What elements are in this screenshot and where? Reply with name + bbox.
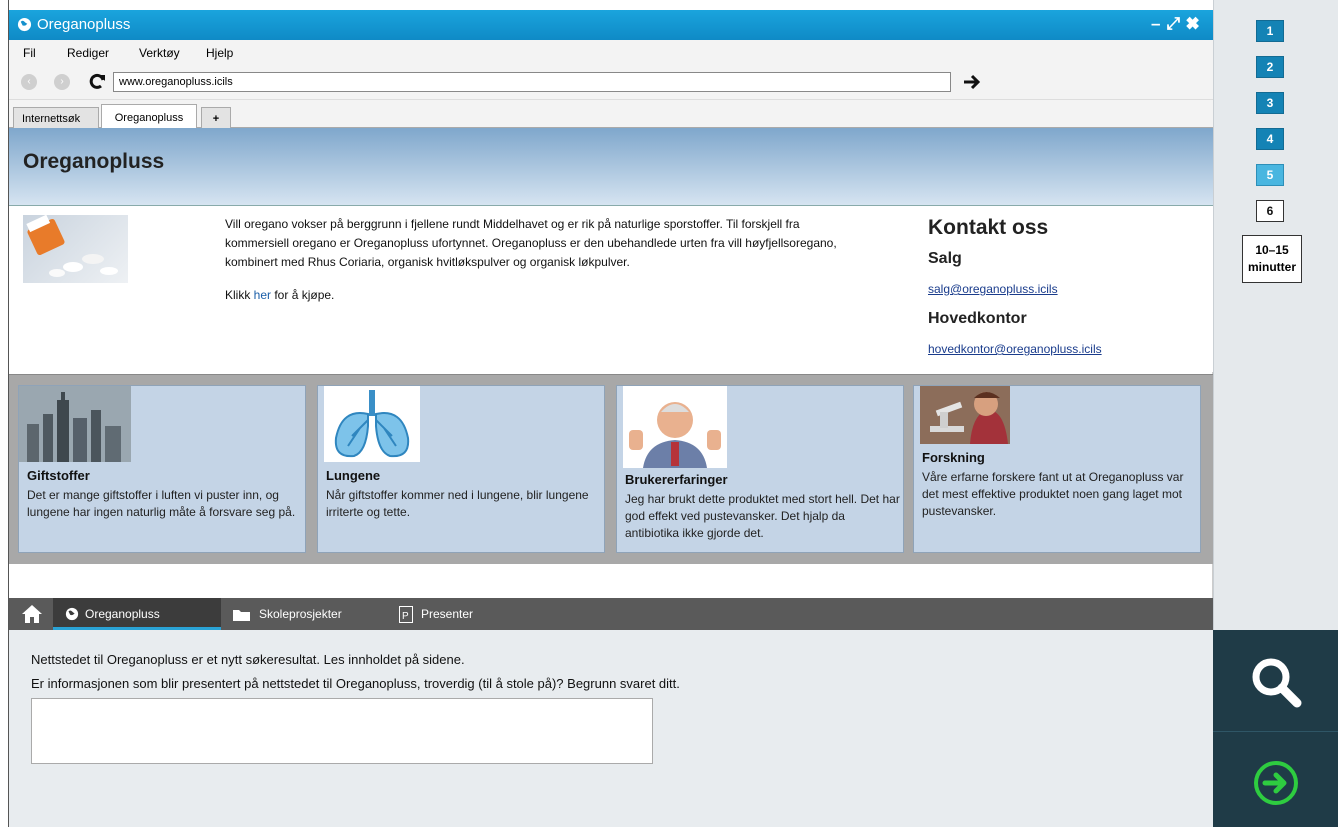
globe-icon [65, 607, 79, 621]
contact-heading: Kontakt oss [928, 216, 1049, 239]
card-title-lungene: Lungene [326, 468, 381, 483]
tab-oreganopluss[interactable]: Oreganopluss [101, 104, 197, 129]
card-title-forskning: Forskning [922, 450, 985, 465]
app-root: Oreganopluss –⤢✖ Fil Rediger Verktøy Hje… [0, 0, 1338, 827]
progress-panel: 1 2 3 4 5 6 10–15 minutter [1213, 0, 1338, 630]
card-giftstoffer[interactable]: Giftstoffer Det er mange giftstoffer i l… [18, 385, 306, 553]
microscope-image [920, 386, 1010, 444]
search-button[interactable] [1213, 630, 1338, 732]
new-tab-button[interactable]: + [201, 107, 231, 128]
question-line-2: Er informasjonen som blir presentert på … [31, 676, 680, 691]
intro-text: Vill oregano vokser på berggrunn i fjell… [225, 217, 837, 269]
presentation-file-icon: P [399, 606, 413, 623]
man-thumbs-up-image [623, 386, 727, 468]
page-header: Oreganopluss [9, 128, 1213, 206]
answer-textarea[interactable] [31, 698, 653, 764]
menu-rediger[interactable]: Rediger [67, 46, 109, 60]
contact-section: Kontakt oss Salg salg@oreganopluss.icils… [928, 216, 1208, 356]
step-3[interactable]: 3 [1256, 92, 1284, 114]
card-title-brukererfaringer: Brukererfaringer [625, 472, 728, 487]
product-image [23, 215, 128, 283]
step-5[interactable]: 5 [1256, 164, 1284, 186]
buy-prefix: Klikk [225, 288, 254, 302]
hq-heading: Hovedkontor [928, 310, 1027, 327]
buy-line: Klikk her for å kjøpe. [225, 288, 334, 302]
folder-icon [233, 610, 250, 621]
address-bar[interactable]: www.oreganopluss.icils [113, 72, 951, 92]
search-icon [1252, 658, 1302, 708]
question-panel: Nettstedet til Oreganopluss er et nytt s… [9, 630, 1213, 827]
city-smog-image [19, 386, 131, 462]
hq-email-link[interactable]: hovedkontor@oreganopluss.icils [928, 342, 1208, 356]
task-tab-bar: Oreganopluss Skoleprosjekter P Presenter [9, 598, 1213, 630]
card-brukererfaringer[interactable]: Brukererfaringer Jeg har brukt dette pro… [616, 385, 904, 553]
card-text-brukererfaringer: Jeg har brukt dette produktet med stort … [625, 492, 900, 540]
menu-fil[interactable]: Fil [23, 46, 36, 60]
menu-verktoy[interactable]: Verktøy [139, 46, 180, 60]
step-4[interactable]: 4 [1256, 128, 1284, 150]
window-title: Oreganopluss [37, 16, 131, 33]
next-arrow-icon [1254, 761, 1298, 805]
task-tab-presenter[interactable]: P Presenter [399, 598, 519, 630]
go-arrow-icon[interactable] [961, 71, 983, 93]
forward-icon[interactable]: › [54, 74, 70, 90]
page-content: Vill oregano vokser på berggrunn i fjell… [9, 206, 1213, 372]
tab-internettsok[interactable]: Internettsøk [13, 107, 99, 128]
sales-email-link[interactable]: salg@oreganopluss.icils [928, 282, 1208, 296]
menu-bar: Fil Rediger Verktøy Hjelp [9, 40, 1213, 64]
home-icon[interactable] [21, 604, 43, 624]
title-bar: Oreganopluss –⤢✖ [9, 10, 1213, 40]
maximize-icon[interactable]: ⤢ [1166, 14, 1186, 33]
buy-suffix: for å kjøpe. [271, 288, 335, 302]
task-tab-label: Oreganopluss [85, 607, 160, 621]
time-range: 10–15 [1255, 243, 1289, 257]
time-estimate: 10–15 minutter [1242, 235, 1302, 283]
step-6[interactable]: 6 [1256, 200, 1284, 222]
menu-hjelp[interactable]: Hjelp [206, 46, 233, 60]
refresh-icon[interactable] [87, 72, 107, 92]
minimize-icon[interactable]: – [1151, 14, 1166, 33]
card-text-giftstoffer: Det er mange giftstoffer i luften vi pus… [27, 488, 296, 519]
browser-window: Oreganopluss –⤢✖ Fil Rediger Verktøy Hje… [9, 10, 1213, 598]
page-title: Oreganopluss [23, 150, 165, 173]
task-tab-skoleprosjekter[interactable]: Skoleprosjekter [231, 598, 371, 630]
sales-heading: Salg [928, 250, 962, 267]
lungs-image [324, 386, 420, 462]
step-1[interactable]: 1 [1256, 20, 1284, 42]
browser-tab-strip: Internettsøk Oreganopluss + [9, 100, 1213, 129]
card-title-giftstoffer: Giftstoffer [27, 468, 90, 483]
pill-bottle-image [26, 215, 118, 277]
info-cards: Giftstoffer Det er mange giftstoffer i l… [9, 374, 1213, 564]
close-icon[interactable]: ✖ [1186, 14, 1205, 33]
nav-bar: ‹ › www.oreganopluss.icils [9, 64, 1213, 100]
window-controls: –⤢✖ [1151, 14, 1205, 34]
left-edge [0, 0, 9, 827]
task-tab-label: Presenter [421, 607, 474, 621]
card-text-lungene: Når giftstoffer kommer ned i lungene, bl… [326, 488, 589, 519]
card-text-forskning: Våre erfarne forskere fant ut at Oregano… [922, 470, 1184, 518]
question-line-1: Nettstedet til Oreganopluss er et nytt s… [31, 652, 465, 667]
buy-link[interactable]: her [254, 288, 271, 302]
task-tab-label: Skoleprosjekter [259, 607, 342, 621]
globe-icon [17, 17, 32, 32]
time-unit: minutter [1248, 260, 1296, 274]
back-icon[interactable]: ‹ [21, 74, 37, 90]
task-tab-oreganopluss[interactable]: Oreganopluss [53, 598, 221, 630]
card-forskning[interactable]: Forskning Våre erfarne forskere fant ut … [913, 385, 1201, 553]
card-lungene[interactable]: Lungene Når giftstoffer kommer ned i lun… [317, 385, 605, 553]
step-2[interactable]: 2 [1256, 56, 1284, 78]
svg-text:P: P [402, 611, 409, 622]
next-button[interactable] [1213, 732, 1338, 827]
